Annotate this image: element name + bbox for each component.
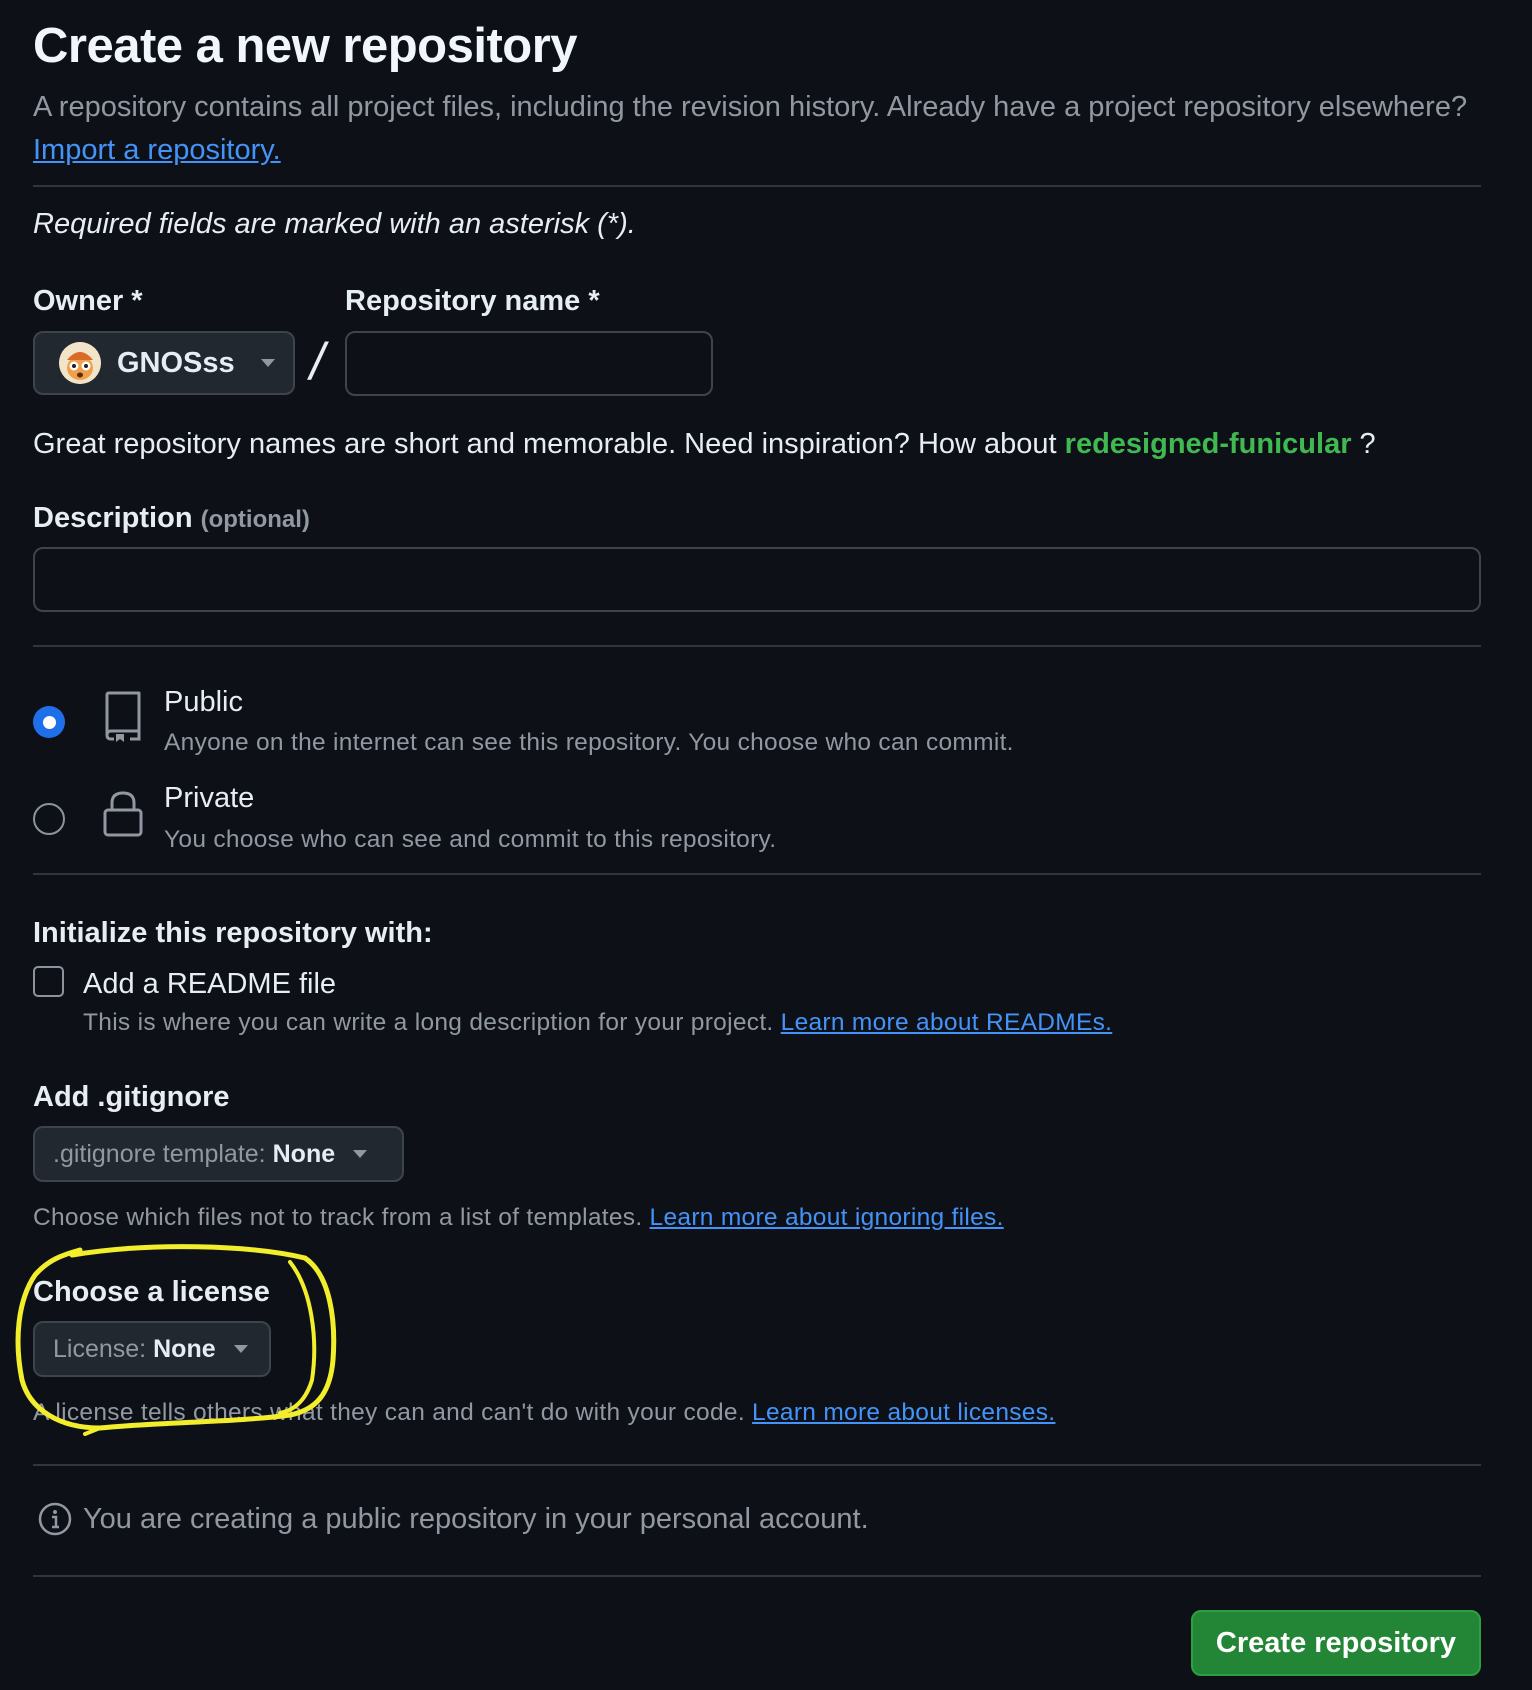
repo-name-hint-text: Great repository names are short and mem… xyxy=(33,428,1057,460)
gitignore-template-select[interactable]: .gitignore template: None xyxy=(33,1126,404,1182)
description-label-text: Description xyxy=(33,502,193,534)
info-notice: You are creating a public repository in … xyxy=(38,1502,869,1536)
private-option-description: You choose who can see and commit to thi… xyxy=(164,826,777,853)
learn-more-readmes-link[interactable]: Learn more about READMEs. xyxy=(781,1009,1113,1036)
initialize-heading: Initialize this repository with: xyxy=(33,917,433,949)
gitignore-heading: Add .gitignore xyxy=(33,1081,230,1113)
intro-text: A repository contains all project files,… xyxy=(33,91,1468,123)
repo-icon xyxy=(102,691,144,748)
readme-help-text: This is where you can write a long descr… xyxy=(83,1009,774,1036)
readme-checkbox[interactable] xyxy=(33,966,64,997)
gitignore-help: Choose which files not to track from a l… xyxy=(33,1204,1004,1232)
readme-help: This is where you can write a long descr… xyxy=(83,1009,1112,1037)
private-option-title: Private xyxy=(164,782,255,814)
avatar xyxy=(59,342,101,384)
repo-name-label: Repository name * xyxy=(345,285,600,317)
divider xyxy=(33,873,1481,875)
divider xyxy=(33,1464,1481,1466)
chevron-down-icon xyxy=(353,1150,368,1158)
description-label: Description (optional) xyxy=(33,502,310,535)
avatar-image xyxy=(59,342,101,384)
info-icon xyxy=(38,1502,72,1536)
license-heading: Choose a license xyxy=(33,1276,270,1308)
license-select-value: None xyxy=(153,1334,216,1363)
public-option-title: Public xyxy=(164,686,243,718)
gitignore-help-text: Choose which files not to track from a l… xyxy=(33,1204,643,1231)
description-input[interactable] xyxy=(33,547,1481,612)
chevron-down-icon xyxy=(233,1345,248,1353)
chevron-down-icon xyxy=(260,359,275,367)
learn-more-licenses-link[interactable]: Learn more about licenses. xyxy=(752,1399,1055,1426)
license-select-prefix: License: xyxy=(53,1334,147,1363)
divider xyxy=(33,185,1481,187)
learn-more-ignoring-files-link[interactable]: Learn more about ignoring files. xyxy=(650,1204,1004,1231)
license-help-text: A license tells others what they can and… xyxy=(33,1399,745,1426)
page-title: Create a new repository xyxy=(33,19,578,73)
public-option-description: Anyone on the internet can see this repo… xyxy=(164,729,1014,756)
owner-label: Owner * xyxy=(33,285,143,317)
import-repository-link[interactable]: Import a repository. xyxy=(33,134,281,166)
license-select[interactable]: License: None xyxy=(33,1321,271,1377)
page-intro: A repository contains all project files,… xyxy=(33,86,1483,172)
info-notice-text: You are creating a public repository in … xyxy=(83,1502,869,1535)
divider xyxy=(33,1575,1481,1577)
gitignore-select-value: None xyxy=(272,1139,336,1168)
repository-name-input[interactable] xyxy=(345,331,713,396)
lock-icon xyxy=(102,790,144,843)
required-fields-note: Required fields are marked with an aster… xyxy=(33,208,636,240)
repo-name-hint: Great repository names are short and mem… xyxy=(33,428,1376,461)
optional-tag: (optional) xyxy=(200,506,310,533)
repo-name-hint-suffix: ? xyxy=(1359,428,1376,460)
create-repository-button[interactable]: Create repository xyxy=(1191,1610,1481,1676)
gitignore-select-prefix: .gitignore template: xyxy=(53,1139,266,1168)
license-help: A license tells others what they can and… xyxy=(33,1399,1055,1427)
public-radio[interactable] xyxy=(33,706,65,738)
suggested-name-link[interactable]: redesigned-funicular xyxy=(1065,428,1352,460)
owner-select[interactable]: GNOSss xyxy=(33,331,295,395)
owner-name: GNOSss xyxy=(117,346,235,379)
divider xyxy=(33,645,1481,647)
owner-repo-separator: / xyxy=(310,333,325,391)
private-radio[interactable] xyxy=(33,803,65,835)
readme-checkbox-label[interactable]: Add a README file xyxy=(83,968,336,1001)
